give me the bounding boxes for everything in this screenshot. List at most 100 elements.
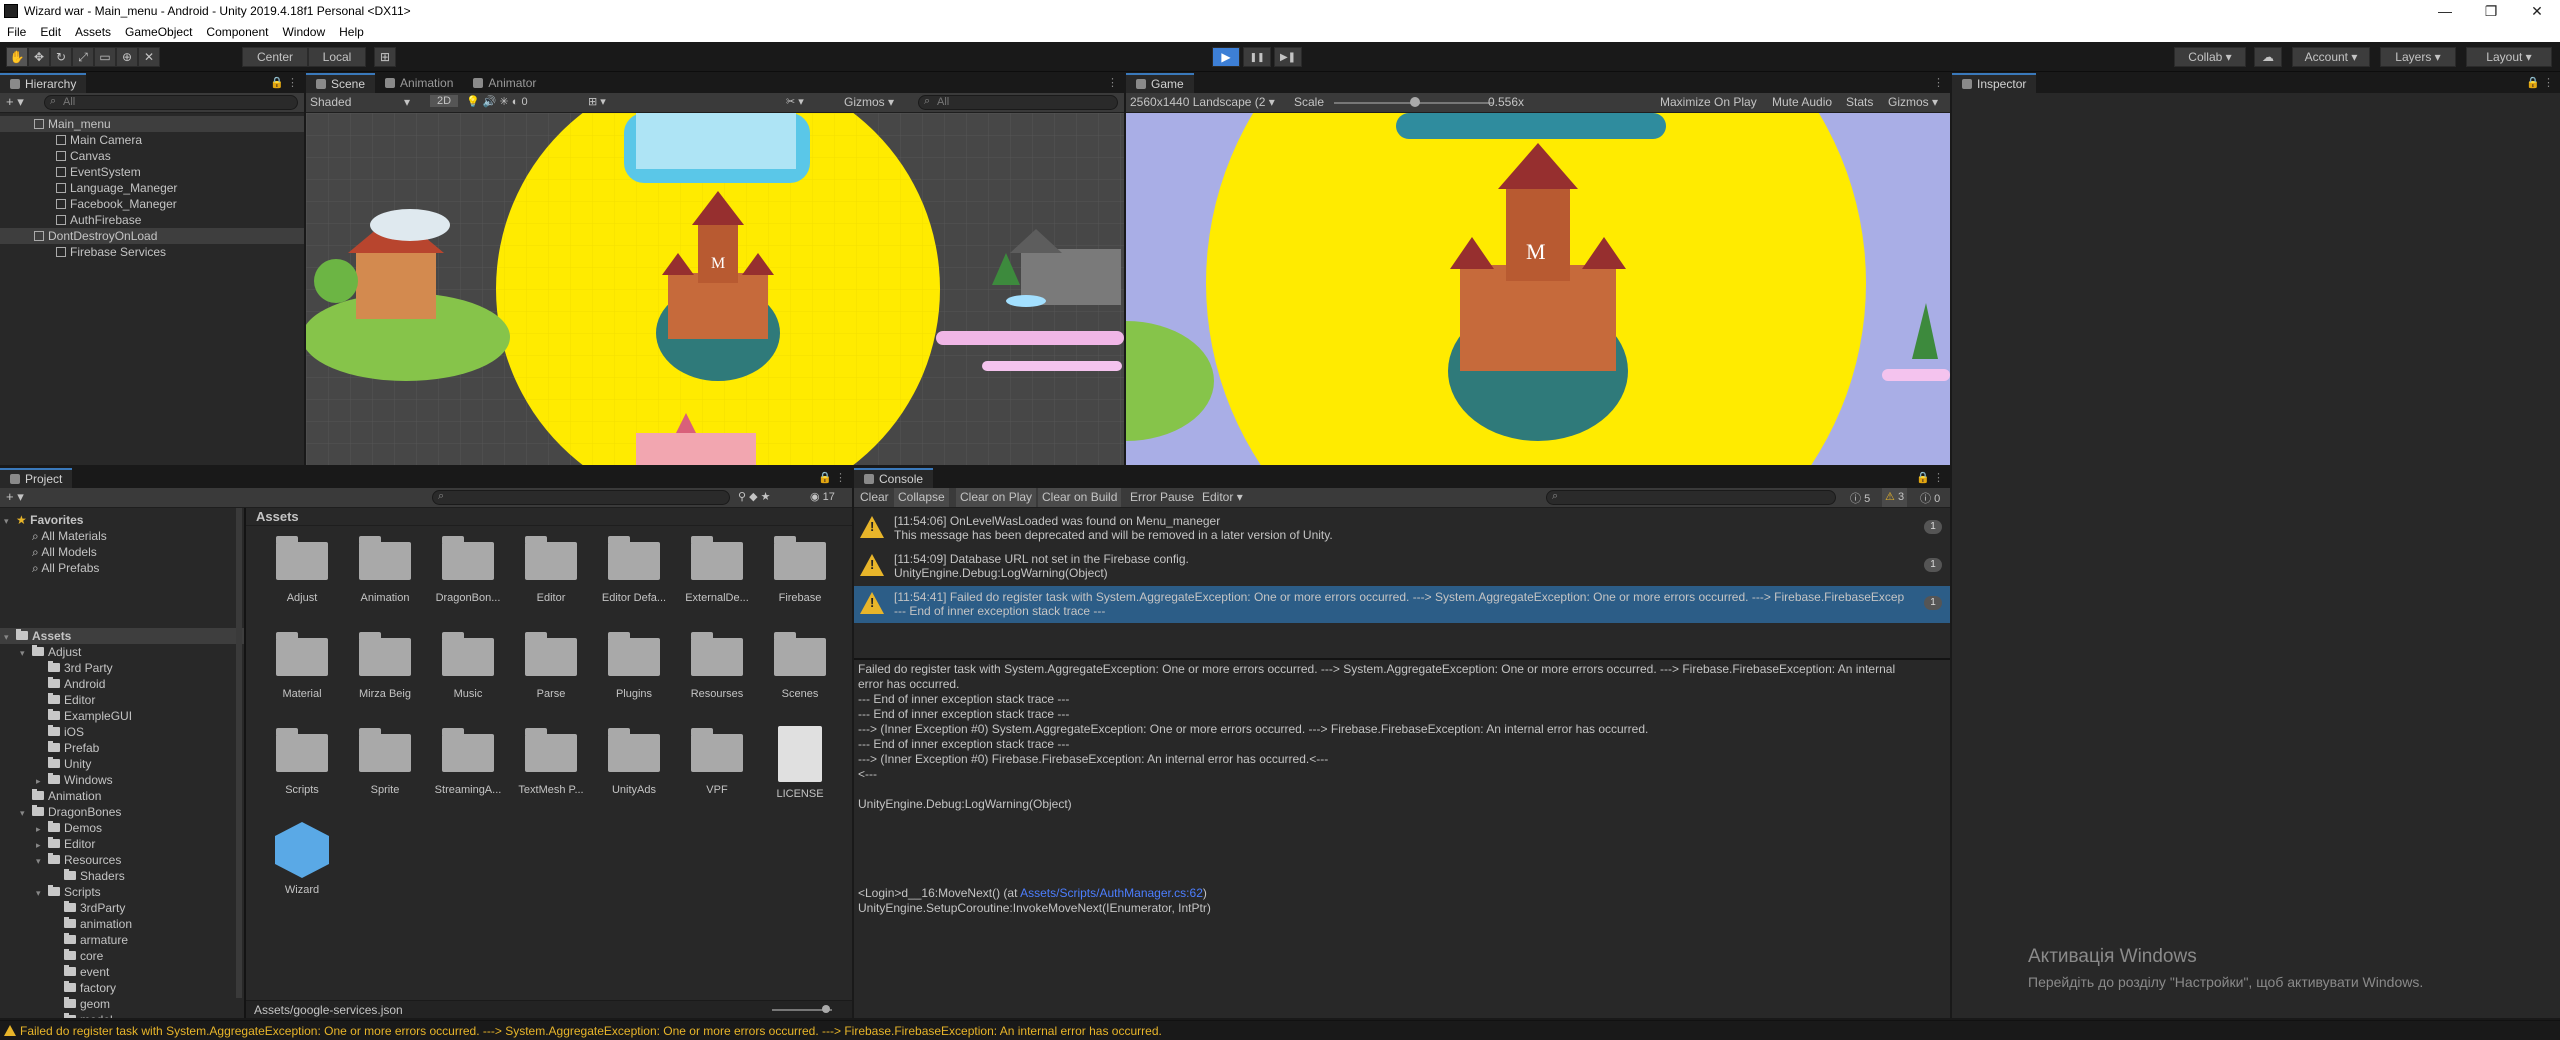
play-button[interactable]: ▶ [1212,47,1240,67]
asset-item[interactable]: Firebase [760,536,840,604]
filter-icons[interactable]: ⚲ ◆ ★ [738,490,771,503]
scale-slider[interactable] [1334,97,1494,107]
project-tree-item[interactable]: 3rd Party [36,660,113,676]
asset-item[interactable]: Wizard [262,822,342,896]
asset-item[interactable]: Scripts [262,728,342,796]
hierarchy-item[interactable]: Facebook_Maneger [0,196,304,212]
pivot-center-button[interactable]: Center [242,47,308,67]
chevron-right-icon[interactable]: ▸ [36,837,48,853]
hierarchy-item[interactable]: Firebase Services [0,244,304,260]
favorite-item[interactable]: ⌕ All Prefabs [32,560,99,576]
chevron-down-icon[interactable]: ▾ [36,885,48,901]
project-tree-item[interactable]: event [52,964,109,980]
chevron-down-icon[interactable]: ▾ [36,853,48,869]
maximize-button[interactable]: ❐ [2468,3,2514,20]
error-pause-toggle[interactable]: Error Pause [1130,490,1194,504]
tab-game[interactable]: Game [1126,73,1194,93]
transform-tool-icon[interactable]: ⊕ [116,47,138,67]
project-tree-item[interactable]: armature [52,932,128,948]
menu-gameobject[interactable]: GameObject [118,25,199,39]
tools-icon[interactable]: ✂ ▾ [786,95,804,108]
tab-project[interactable]: Project [0,468,73,488]
hidden-count[interactable]: ◉ 17 [810,490,835,503]
tab-animation[interactable]: Animation [375,73,463,93]
project-tree-item[interactable]: ▾ DragonBones [20,804,121,820]
clear-on-build-toggle[interactable]: Clear on Build [1038,488,1122,507]
collab-button[interactable]: Collab ▾ [2174,47,2246,67]
menu-edit[interactable]: Edit [33,25,68,39]
scale-slider-handle[interactable] [1410,97,1420,107]
panel-menu-icon[interactable]: 🔒 ⋮ [270,76,298,89]
gizmos-dropdown[interactable]: Gizmos ▾ [844,95,894,109]
mute-audio-toggle[interactable]: Mute Audio [1772,95,1832,109]
favorites-header[interactable]: ▾ ★ Favorites [4,512,83,528]
console-entry[interactable]: [11:54:09] Database URL not set in the F… [854,548,1950,585]
hierarchy-item[interactable]: EventSystem [0,164,304,180]
panel-menu-icon[interactable]: 🔒 ⋮ [2526,76,2554,89]
console-entry[interactable]: [11:54:41] Failed do register task with … [854,586,1950,623]
snap-icon[interactable]: ⊞ [374,47,396,67]
hierarchy-scene-row[interactable]: DontDestroyOnLoad [0,228,304,244]
lighting-icon[interactable]: 💡 🔊 ✳ ◐ 0 [466,95,528,108]
rotate-tool-icon[interactable]: ↻ [50,47,72,67]
2d-toggle[interactable]: 2D [430,95,458,107]
menu-window[interactable]: Window [275,25,332,39]
panel-menu-icon[interactable]: 🔒 ⋮ [1916,471,1944,484]
hierarchy-item[interactable]: Canvas [0,148,304,164]
asset-item[interactable]: Animation [345,536,425,604]
project-tree-item[interactable]: ▾ Resources [36,852,121,868]
chevron-right-icon[interactable]: ▸ [36,821,48,837]
menu-assets[interactable]: Assets [68,25,118,39]
asset-item[interactable]: Adjust [262,536,342,604]
asset-item[interactable]: StreamingA... [428,728,508,796]
icon-size-slider[interactable] [772,1005,832,1013]
hierarchy-scene-row[interactable]: Main_menu [0,116,304,132]
asset-item[interactable]: Sprite [345,728,425,796]
maximize-on-play-toggle[interactable]: Maximize On Play [1660,95,1757,109]
asset-item[interactable]: Mirza Beig [345,632,425,700]
clear-on-play-toggle[interactable]: Clear on Play [956,488,1037,507]
asset-item[interactable]: Parse [511,632,591,700]
minimize-button[interactable]: — [2422,3,2468,20]
hierarchy-item[interactable]: Main Camera [0,132,304,148]
project-tree-item[interactable]: model [52,1012,113,1018]
tab-console[interactable]: Console [854,468,934,488]
tab-inspector[interactable]: Inspector [1952,73,2037,93]
project-tree-item[interactable]: ▾ Scripts [36,884,101,900]
favorite-item[interactable]: ⌕ All Models [32,544,97,560]
trace-link[interactable]: Assets/Scripts/AuthManager.cs:62 [1020,886,1203,900]
project-tree-item[interactable]: geom [52,996,110,1012]
asset-item[interactable]: UnityAds [594,728,674,796]
asset-item[interactable]: Resourses [677,632,757,700]
game-viewport[interactable]: M [1126,113,1950,465]
asset-item[interactable]: Editor [511,536,591,604]
close-button[interactable]: ✕ [2514,3,2560,20]
project-tree-item[interactable]: animation [52,916,132,932]
layers-dropdown[interactable]: Layers ▾ [2380,47,2456,67]
console-search-input[interactable] [1546,490,1836,505]
asset-item[interactable]: Scenes [760,632,840,700]
info-count-toggle[interactable]: ⓘ 5 [1850,490,1870,506]
panel-menu-icon[interactable]: ⋮ [1933,76,1944,89]
project-tree-item[interactable]: ▸ Editor [36,836,95,852]
tab-scene[interactable]: Scene [306,73,376,93]
chevron-right-icon[interactable]: ▸ [36,773,48,789]
create-plus-icon[interactable]: + ▾ [6,489,24,505]
tab-animator[interactable]: Animator [463,73,546,93]
error-count-toggle[interactable]: ⓘ 0 [1920,490,1940,506]
asset-item[interactable]: Material [262,632,342,700]
asset-item[interactable]: Editor Defa... [594,536,674,604]
move-tool-icon[interactable]: ✥ [28,47,50,67]
assets-root-row[interactable]: ▾ Assets [0,628,244,644]
asset-item[interactable]: VPF [677,728,757,796]
tree-scrollbar[interactable] [236,508,242,998]
project-tree-item[interactable]: ▸ Demos [36,820,102,836]
project-tree-item[interactable]: Editor [36,692,95,708]
project-tree-item[interactable]: Animation [20,788,101,804]
status-bar[interactable]: Failed do register task with System.Aggr… [0,1020,2560,1040]
space-local-button[interactable]: Local [308,47,366,67]
account-dropdown[interactable]: Account ▾ [2292,47,2370,67]
asset-item[interactable]: LICENSE [760,726,840,800]
project-tree-item[interactable]: ▾ Adjust [20,644,81,660]
scale-tool-icon[interactable]: ⤢ [72,47,94,67]
